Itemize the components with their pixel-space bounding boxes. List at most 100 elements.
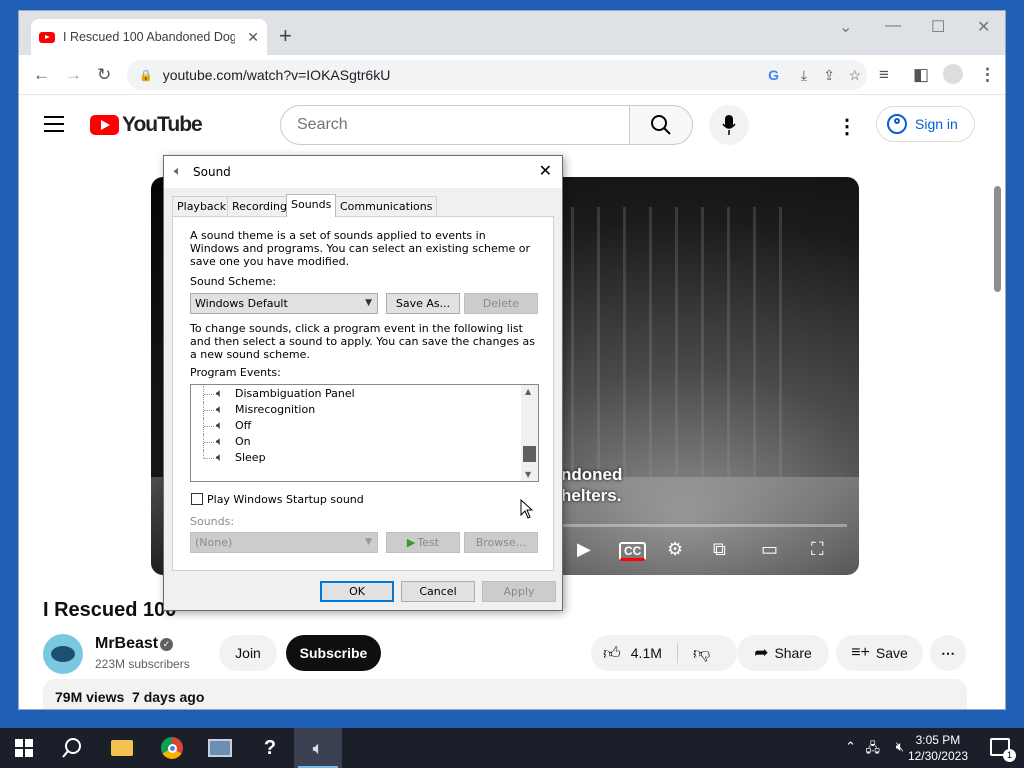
help-chat-icon: ? [263, 736, 277, 759]
hamburger-menu-icon[interactable] [44, 116, 64, 132]
caption-line-2: helters. [561, 486, 622, 505]
like-count: 4.1M [630, 645, 662, 661]
cancel-button[interactable]: Cancel [401, 581, 475, 602]
sound-scheme-dropdown[interactable]: Windows Default ▼ [190, 293, 378, 314]
settings-gear-icon[interactable]: ⚙ [667, 539, 683, 560]
theater-mode-icon[interactable]: ▭ [761, 539, 778, 560]
list-item[interactable]: 🔈︎ Sleep [191, 450, 521, 466]
new-tab-button[interactable]: + [279, 25, 292, 47]
help-button[interactable]: ? [246, 728, 294, 768]
page-scrollbar-thumb[interactable] [994, 186, 1001, 292]
startup-sound-checkbox[interactable] [191, 493, 203, 505]
subtitles-cc-icon[interactable]: CC [619, 542, 647, 561]
tree-connector [203, 434, 217, 450]
search-button[interactable] [629, 105, 693, 145]
network-icon[interactable]: 🖧︎ [866, 739, 881, 761]
tab-search-icon[interactable]: ⌄ [839, 17, 852, 37]
side-panel-icon[interactable]: ◧ [913, 65, 929, 85]
microphone-icon [722, 115, 736, 135]
notification-center-icon[interactable]: 1 [990, 738, 1016, 762]
speaker-icon: 🔈︎ [216, 386, 224, 400]
tray-chevron-up-icon[interactable]: ⌃ [845, 739, 856, 755]
google-lens-icon[interactable]: G [768, 67, 779, 83]
maximize-icon[interactable]: ☐ [931, 17, 945, 37]
search-taskbar-button[interactable] [48, 728, 96, 768]
browse-button[interactable]: Browse... [464, 532, 538, 553]
install-app-icon[interactable]: ⤓ [801, 67, 807, 84]
speaker-icon: 🔈︎ [216, 434, 224, 448]
tab-recording[interactable]: Recording [227, 196, 293, 216]
sound-value: (None) [195, 536, 233, 549]
youtube-wordmark: YouTube [122, 113, 203, 136]
list-item[interactable]: 🔈︎ Misrecognition [191, 402, 521, 418]
dialog-close-icon[interactable]: ✕ [539, 161, 552, 180]
sounds-dropdown[interactable]: (None) ▼ [190, 532, 378, 553]
list-item[interactable]: 🔈︎ Off [191, 418, 521, 434]
taskbar: ? 🔈︎ ⌃ 🖧︎ 🔇︎ 3:05 PM 12/30/2023 1 [0, 728, 1024, 768]
volume-muted-icon[interactable]: 🔇︎ [896, 739, 904, 755]
lock-icon: 🔒 [139, 69, 153, 82]
ok-button[interactable]: OK [320, 581, 394, 602]
file-explorer-button[interactable] [98, 728, 146, 768]
more-actions-icon[interactable]: ⋯ [930, 635, 966, 671]
windows-logo-icon [15, 739, 33, 757]
back-arrow-icon[interactable]: ← [33, 65, 50, 85]
channel-avatar[interactable] [43, 634, 83, 674]
profile-avatar-icon[interactable] [943, 64, 963, 84]
sound-taskbar-button[interactable]: 🔈︎ [294, 728, 342, 768]
youtube-favicon-icon [39, 31, 55, 43]
tab-close-icon[interactable]: ✕ [247, 29, 259, 46]
events-scrollbar[interactable]: ▲ ▼ [521, 385, 538, 481]
close-window-icon[interactable]: ✕ [977, 17, 990, 37]
test-sound-button[interactable]: ▶ Test [386, 532, 460, 553]
search-input[interactable] [280, 105, 630, 145]
save-as-button[interactable]: Save As... [386, 293, 460, 314]
thumbs-up-icon: 👍︎ [603, 643, 621, 663]
scroll-down-icon[interactable]: ▼ [525, 470, 531, 479]
chrome-taskbar-button[interactable] [148, 728, 196, 768]
tab-communications[interactable]: Communications [335, 196, 438, 216]
miniplayer-icon[interactable]: ⧉ [713, 539, 726, 560]
control-panel-button[interactable] [196, 728, 244, 768]
list-item[interactable]: 🔈︎ On [191, 434, 521, 450]
apply-button[interactable]: Apply [482, 581, 556, 602]
list-item[interactable]: 🔈︎ Disambiguation Panel [191, 386, 521, 402]
fullscreen-icon[interactable]: ⛶ [811, 539, 824, 560]
address-bar[interactable]: 🔒 youtube.com/watch?v=IOKASgtr6kU G ⤓ ⇪ … [127, 60, 867, 90]
event-label: Misrecognition [235, 403, 316, 416]
save-button[interactable]: ≡+ Save [836, 635, 923, 671]
tab-playback[interactable]: Playback [172, 196, 232, 216]
save-label: Save [875, 645, 908, 661]
chrome-menu-icon[interactable]: ⋮ [979, 65, 996, 85]
reload-icon[interactable]: ↻ [97, 65, 111, 85]
browser-tab[interactable]: I Rescued 100 Abandoned Dogs! ✕ [31, 19, 267, 55]
thumbs-down-icon[interactable]: 👎︎ [693, 643, 710, 664]
settings-kebab-icon[interactable]: ⋮ [837, 114, 857, 139]
minimize-icon[interactable]: — [885, 17, 901, 35]
media-controls-icon[interactable]: ≡ [879, 65, 889, 85]
share-button[interactable]: ➦ Share [737, 635, 829, 671]
like-button[interactable]: 👍︎ 4.1M [603, 643, 662, 664]
bookmark-star-icon[interactable]: ☆ [848, 67, 861, 84]
delete-scheme-button[interactable]: Delete [464, 293, 538, 314]
description-box[interactable]: 79M views 7 days ago [43, 679, 967, 709]
join-button[interactable]: Join [219, 635, 277, 671]
page-scrollbar[interactable] [993, 184, 1003, 709]
sign-in-button[interactable]: Sign in [876, 106, 975, 142]
program-events-list[interactable]: 🔈︎ Disambiguation Panel 🔈︎ Misrecognitio… [190, 384, 539, 482]
like-divider [677, 643, 678, 663]
start-button[interactable] [0, 728, 48, 768]
voice-search-button[interactable] [709, 105, 749, 145]
subscribe-button[interactable]: Subscribe [286, 635, 381, 671]
events-scrollbar-thumb[interactable] [523, 446, 536, 462]
tab-sounds[interactable]: Sounds [286, 194, 337, 217]
autoplay-toggle-icon[interactable]: ▶ [577, 539, 591, 560]
forward-arrow-icon[interactable]: → [65, 65, 82, 85]
taskbar-clock[interactable]: 3:05 PM 12/30/2023 [908, 732, 968, 764]
dialog-title-bar[interactable]: 🔈︎ Sound ✕ [164, 156, 562, 188]
scroll-up-icon[interactable]: ▲ [525, 387, 531, 396]
share-page-icon[interactable]: ⇪ [823, 67, 835, 84]
startup-sound-label[interactable]: Play Windows Startup sound [207, 493, 364, 506]
channel-name[interactable]: MrBeast [95, 635, 158, 653]
youtube-logo[interactable]: YouTube [90, 113, 203, 137]
